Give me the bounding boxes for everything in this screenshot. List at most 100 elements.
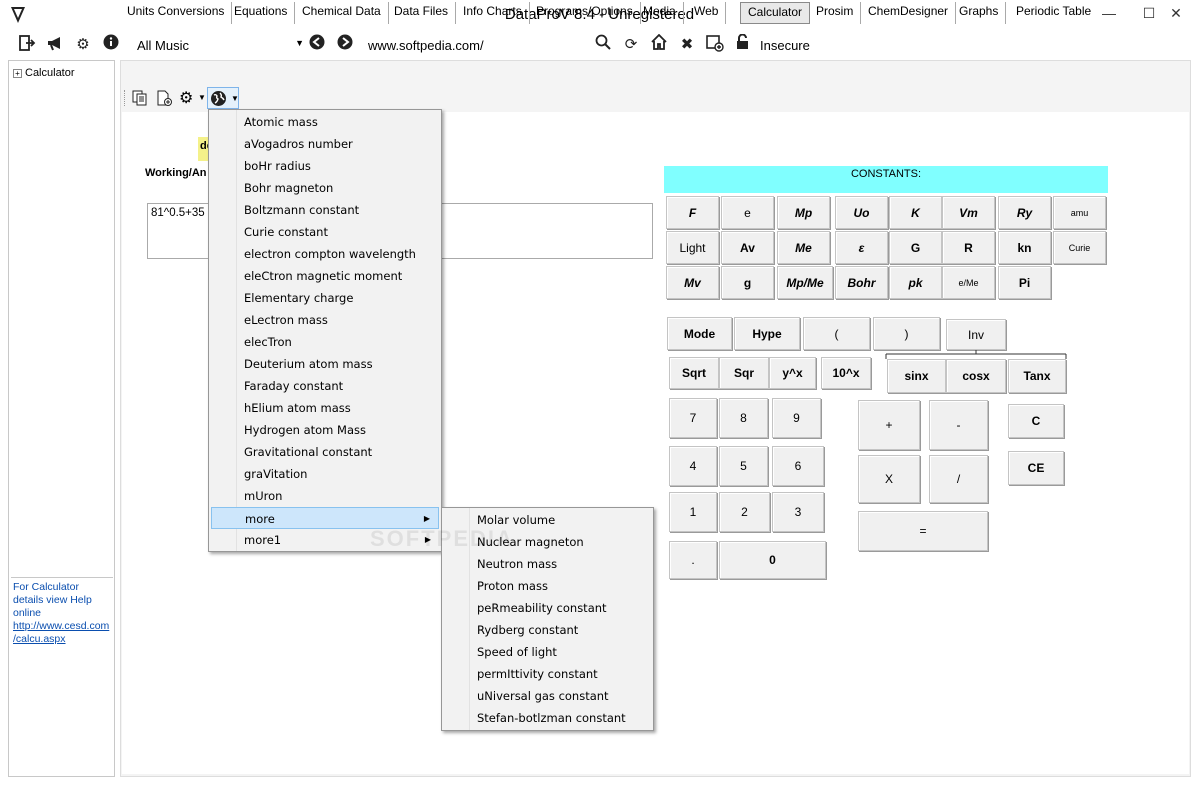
sqrt-button[interactable]: Sqrt: [669, 357, 719, 389]
const-f-button[interactable]: F: [666, 196, 719, 229]
menu-item[interactable]: Bohr magneton: [211, 177, 439, 199]
menu-item[interactable]: Speed of light: [444, 641, 651, 663]
const-g-small-button[interactable]: g: [721, 266, 774, 299]
menu-item[interactable]: Proton mass: [444, 575, 651, 597]
digit-1-button[interactable]: 1: [669, 492, 717, 532]
gears-icon[interactable]: ⚙: [72, 34, 94, 56]
const-me-button[interactable]: Me: [777, 231, 830, 264]
close-button[interactable]: ✕: [1153, 0, 1199, 28]
digit-2-button[interactable]: 2: [719, 492, 770, 532]
digit-8-button[interactable]: 8: [719, 398, 768, 438]
tab-info-charts[interactable]: Info Charts: [456, 2, 530, 24]
tab-web[interactable]: Web: [687, 2, 727, 24]
menu-item[interactable]: Rydberg constant: [444, 619, 651, 641]
sqr-button[interactable]: Sqr: [719, 357, 769, 389]
y-pow-x-button[interactable]: y^x: [769, 357, 816, 389]
tab-data-files[interactable]: Data Files: [387, 2, 457, 24]
menu-item[interactable]: boHr radius: [211, 155, 439, 177]
digit-0-button[interactable]: 0: [719, 541, 826, 579]
menu-item[interactable]: Stefan-botlzman constant: [444, 707, 651, 729]
tab-chemdesigner[interactable]: ChemDesigner: [861, 2, 957, 24]
menu-item[interactable]: hElium atom mass: [211, 397, 439, 419]
menu-item[interactable]: Elementary charge: [211, 287, 439, 309]
const-e-button[interactable]: e: [721, 196, 774, 229]
const-uo-button[interactable]: Uo: [835, 196, 888, 229]
menu-item[interactable]: peRmeability constant: [444, 597, 651, 619]
refresh-icon[interactable]: ⟳: [620, 34, 642, 56]
search-icon[interactable]: [592, 34, 614, 56]
tab-programs-options[interactable]: Programs/Options: [529, 2, 641, 24]
const-mv-button[interactable]: Mv: [666, 266, 719, 299]
sinx-button[interactable]: sinx: [887, 359, 946, 393]
const-epsilon-button[interactable]: ε: [835, 231, 888, 264]
menu-item[interactable]: uNiversal gas constant: [444, 685, 651, 707]
megaphone-icon[interactable]: [44, 34, 66, 56]
menu-item[interactable]: eleCtron magnetic moment: [211, 265, 439, 287]
menu-item[interactable]: elecTron: [211, 331, 439, 353]
const-pk-button[interactable]: pk: [889, 266, 942, 299]
exit-icon[interactable]: [16, 34, 38, 56]
mode-button[interactable]: Mode: [667, 317, 732, 350]
clear-entry-button[interactable]: CE: [1008, 451, 1064, 485]
copy-icon[interactable]: [132, 90, 148, 109]
tab-media[interactable]: Media: [636, 2, 684, 24]
inv-button[interactable]: Inv: [946, 319, 1006, 350]
const-e-me-button[interactable]: e/Me: [942, 266, 995, 299]
settings-icon[interactable]: ⚙: [179, 88, 193, 108]
const-r-button[interactable]: R: [942, 231, 995, 264]
equals-button[interactable]: =: [858, 511, 988, 551]
multiply-button[interactable]: X: [858, 455, 920, 503]
clear-button[interactable]: C: [1008, 404, 1064, 438]
const-mp-button[interactable]: Mp: [777, 196, 830, 229]
digit-5-button[interactable]: 5: [719, 446, 768, 486]
const-vm-button[interactable]: Vm: [942, 196, 995, 229]
divide-button[interactable]: /: [929, 455, 988, 503]
tab-chemical-data[interactable]: Chemical Data: [295, 2, 389, 24]
plus-button[interactable]: +: [858, 400, 920, 450]
hype-button[interactable]: Hype: [734, 317, 800, 350]
ten-pow-x-button[interactable]: 10^x: [821, 357, 871, 389]
menu-item[interactable]: graVitation: [211, 463, 439, 485]
const-mp-me-button[interactable]: Mp/Me: [777, 266, 833, 299]
cosx-button[interactable]: cosx: [946, 359, 1006, 393]
menu-item[interactable]: Curie constant: [211, 221, 439, 243]
const-g-button[interactable]: G: [889, 231, 942, 264]
left-paren-button[interactable]: (: [803, 317, 870, 350]
menu-item[interactable]: Boltzmann constant: [211, 199, 439, 221]
menu-item[interactable]: Gravitational constant: [211, 441, 439, 463]
digit-6-button[interactable]: 6: [772, 446, 824, 486]
menu-item[interactable]: mUron: [211, 485, 439, 507]
const-bohr-button[interactable]: Bohr: [835, 266, 888, 299]
digit-7-button[interactable]: 7: [669, 398, 717, 438]
home-icon[interactable]: [648, 33, 670, 56]
back-icon[interactable]: [306, 34, 328, 56]
tab-equations[interactable]: Equations: [227, 2, 296, 24]
menu-item[interactable]: Faraday constant: [211, 375, 439, 397]
info-icon[interactable]: [100, 34, 122, 56]
const-curie-button[interactable]: Curie: [1053, 231, 1106, 264]
const-amu-button[interactable]: amu: [1053, 196, 1106, 229]
const-pi-button[interactable]: Pi: [998, 266, 1051, 299]
tab-prosim[interactable]: Prosim: [809, 2, 862, 24]
const-k-button[interactable]: K: [889, 196, 942, 229]
digit-9-button[interactable]: 9: [772, 398, 821, 438]
forward-icon[interactable]: [334, 34, 356, 56]
constants-menu-button[interactable]: ▼: [207, 87, 239, 109]
decimal-button[interactable]: .: [669, 541, 717, 579]
menu-item[interactable]: Atomic mass: [211, 111, 439, 133]
tab-units-conversions[interactable]: Units Conversions: [120, 2, 233, 24]
menu-item[interactable]: Hydrogen atom Mass: [211, 419, 439, 441]
digit-4-button[interactable]: 4: [669, 446, 717, 486]
menu-item[interactable]: Neutron mass: [444, 553, 651, 575]
const-ry-button[interactable]: Ry: [998, 196, 1051, 229]
minus-button[interactable]: -: [929, 400, 988, 450]
new-file-icon[interactable]: [156, 90, 172, 109]
new-tab-icon[interactable]: [704, 34, 726, 56]
tab-periodic-table[interactable]: Periodic Table: [1009, 2, 1098, 24]
menu-item[interactable]: aVogadros number: [211, 133, 439, 155]
menu-item[interactable]: permIttivity constant: [444, 663, 651, 685]
menu-item[interactable]: electron compton wavelength: [211, 243, 439, 265]
const-kn-button[interactable]: kn: [998, 231, 1051, 264]
chevron-down-icon[interactable]: ▼: [198, 93, 206, 102]
right-paren-button[interactable]: ): [873, 317, 940, 350]
